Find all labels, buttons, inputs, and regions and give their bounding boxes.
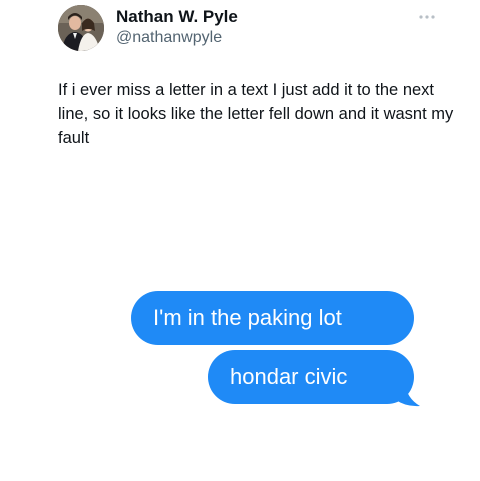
avatar-photo-icon (58, 5, 104, 51)
avatar[interactable] (58, 5, 104, 51)
display-name[interactable]: Nathan W. Pyle (116, 7, 238, 27)
user-handle[interactable]: @nathanwpyle (116, 29, 222, 47)
tweet-text: If i ever miss a letter in a text I just… (58, 81, 454, 147)
message-bubble: hondar civic (208, 350, 414, 404)
more-dots-icon[interactable] (418, 8, 436, 19)
message-bubble: I'm in the paking lot (131, 291, 414, 345)
